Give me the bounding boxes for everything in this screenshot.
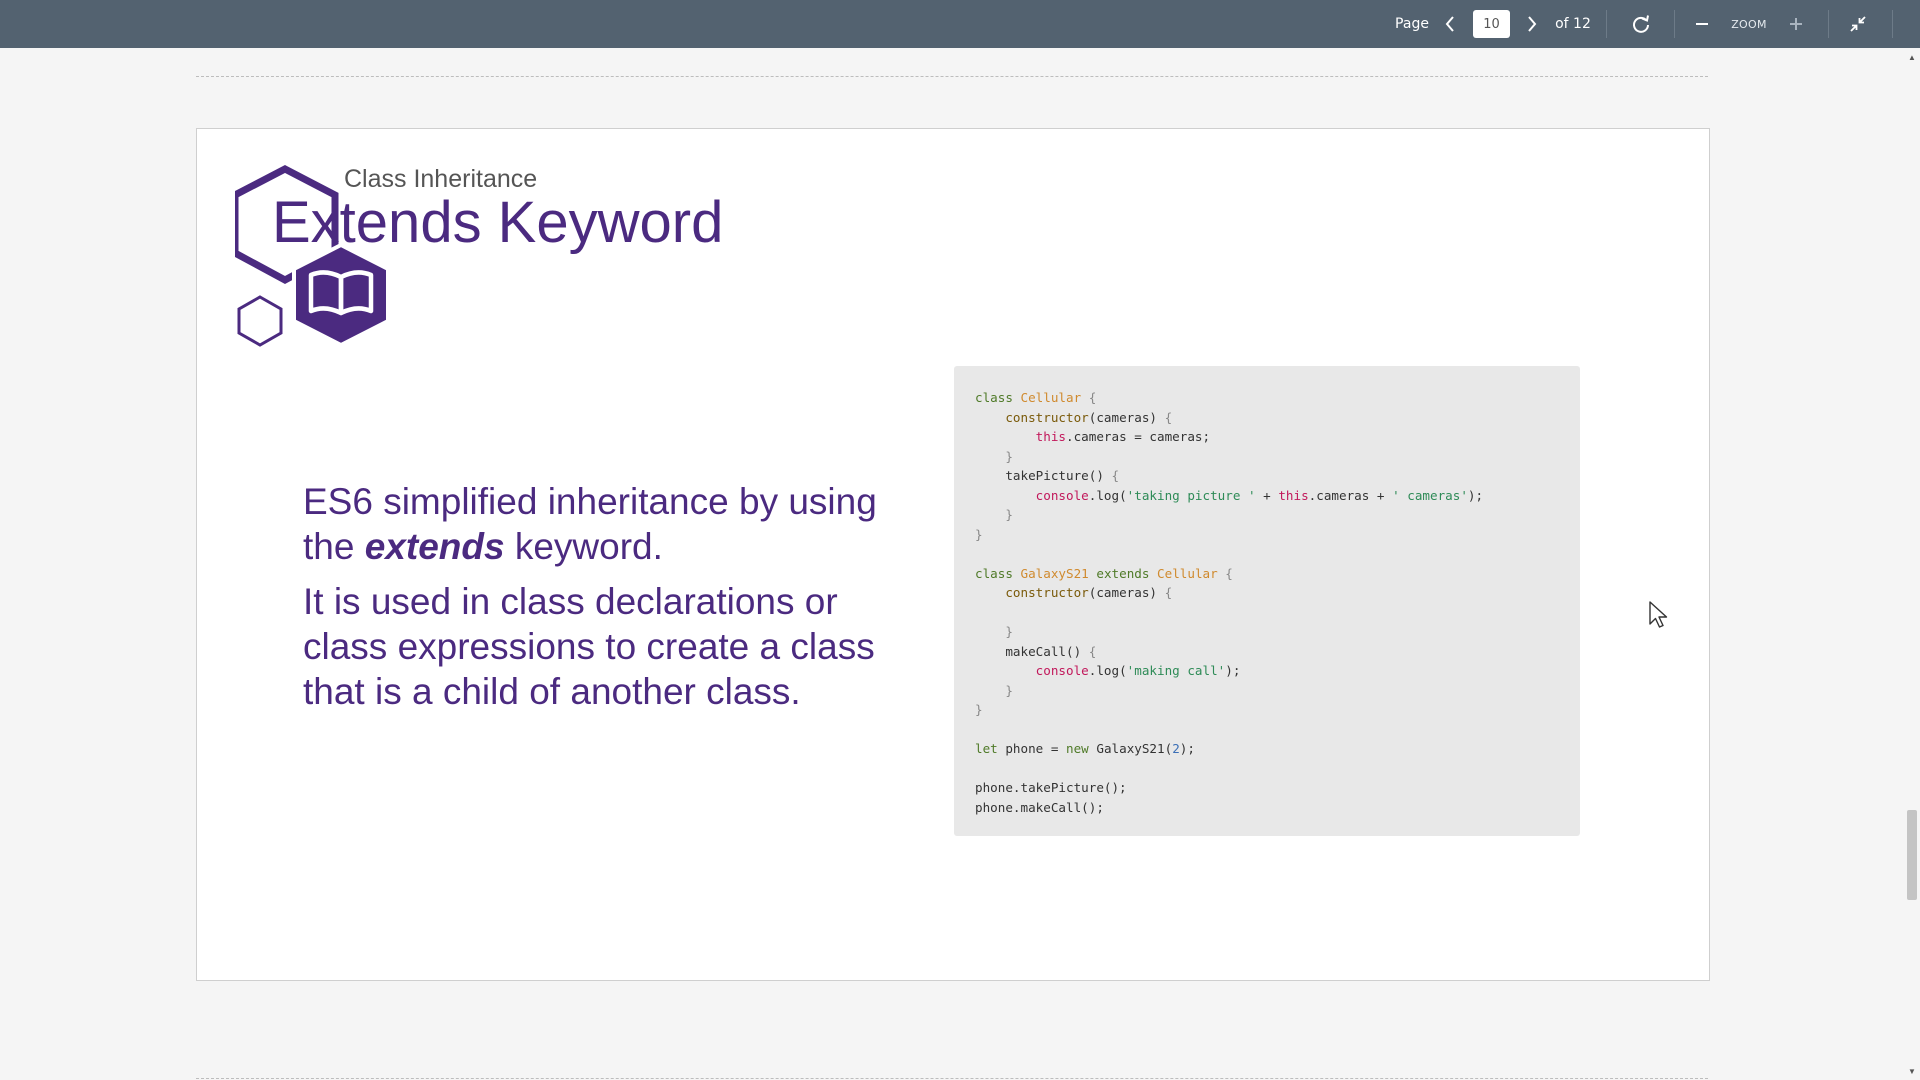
collapse-icon xyxy=(1850,16,1866,32)
toolbar-separator xyxy=(1892,10,1893,38)
zoom-out-button[interactable] xyxy=(1692,0,1712,48)
page-label: Page xyxy=(1395,16,1429,32)
emphasis-keyword: extends xyxy=(364,526,505,567)
next-page-button[interactable] xyxy=(1522,0,1542,48)
document-viewer[interactable]: Class Inheritance Extends Keyword ES6 si… xyxy=(0,48,1920,1080)
slide-title: Extends Keyword xyxy=(272,190,724,255)
slide-body: ES6 simplified inheritance by using the … xyxy=(303,479,903,714)
body-text-segment: keyword. xyxy=(504,526,663,567)
rotate-button[interactable] xyxy=(1626,0,1656,48)
chevron-right-icon xyxy=(1528,16,1537,32)
scroll-thumb[interactable] xyxy=(1907,810,1917,900)
viewer-toolbar: Page of 12 ZOOM xyxy=(0,0,1920,48)
body-paragraph: It is used in class declarations or clas… xyxy=(303,581,875,712)
previous-page-button[interactable] xyxy=(1440,0,1460,48)
plus-icon xyxy=(1790,18,1802,30)
zoom-label: ZOOM xyxy=(1731,17,1767,31)
toolbar-separator xyxy=(1828,10,1829,38)
page-divider xyxy=(196,1078,1708,1079)
toolbar-separator xyxy=(1674,10,1675,38)
scroll-down-icon[interactable]: ▼ xyxy=(1904,1064,1920,1078)
code-listing: class Cellular { constructor(cameras) { … xyxy=(975,390,1484,815)
vertical-scrollbar[interactable]: ▲ ▼ xyxy=(1904,48,1920,1080)
mouse-cursor-icon xyxy=(1649,601,1668,628)
rotate-icon xyxy=(1633,15,1649,33)
zoom-in-button[interactable] xyxy=(1786,0,1806,48)
slide-page: Class Inheritance Extends Keyword ES6 si… xyxy=(196,128,1710,981)
scroll-up-icon[interactable]: ▲ xyxy=(1904,50,1920,64)
chevron-left-icon xyxy=(1445,16,1454,32)
page-divider xyxy=(196,76,1708,77)
minus-icon xyxy=(1696,23,1708,25)
toolbar-separator xyxy=(1606,10,1607,38)
page-number-input[interactable] xyxy=(1473,10,1510,38)
code-block: class Cellular { constructor(cameras) { … xyxy=(954,366,1580,836)
exit-fullscreen-button[interactable] xyxy=(1846,0,1870,48)
page-total: of 12 xyxy=(1555,16,1591,32)
body-paragraph: ES6 simplified inheritance by using the … xyxy=(303,479,903,569)
